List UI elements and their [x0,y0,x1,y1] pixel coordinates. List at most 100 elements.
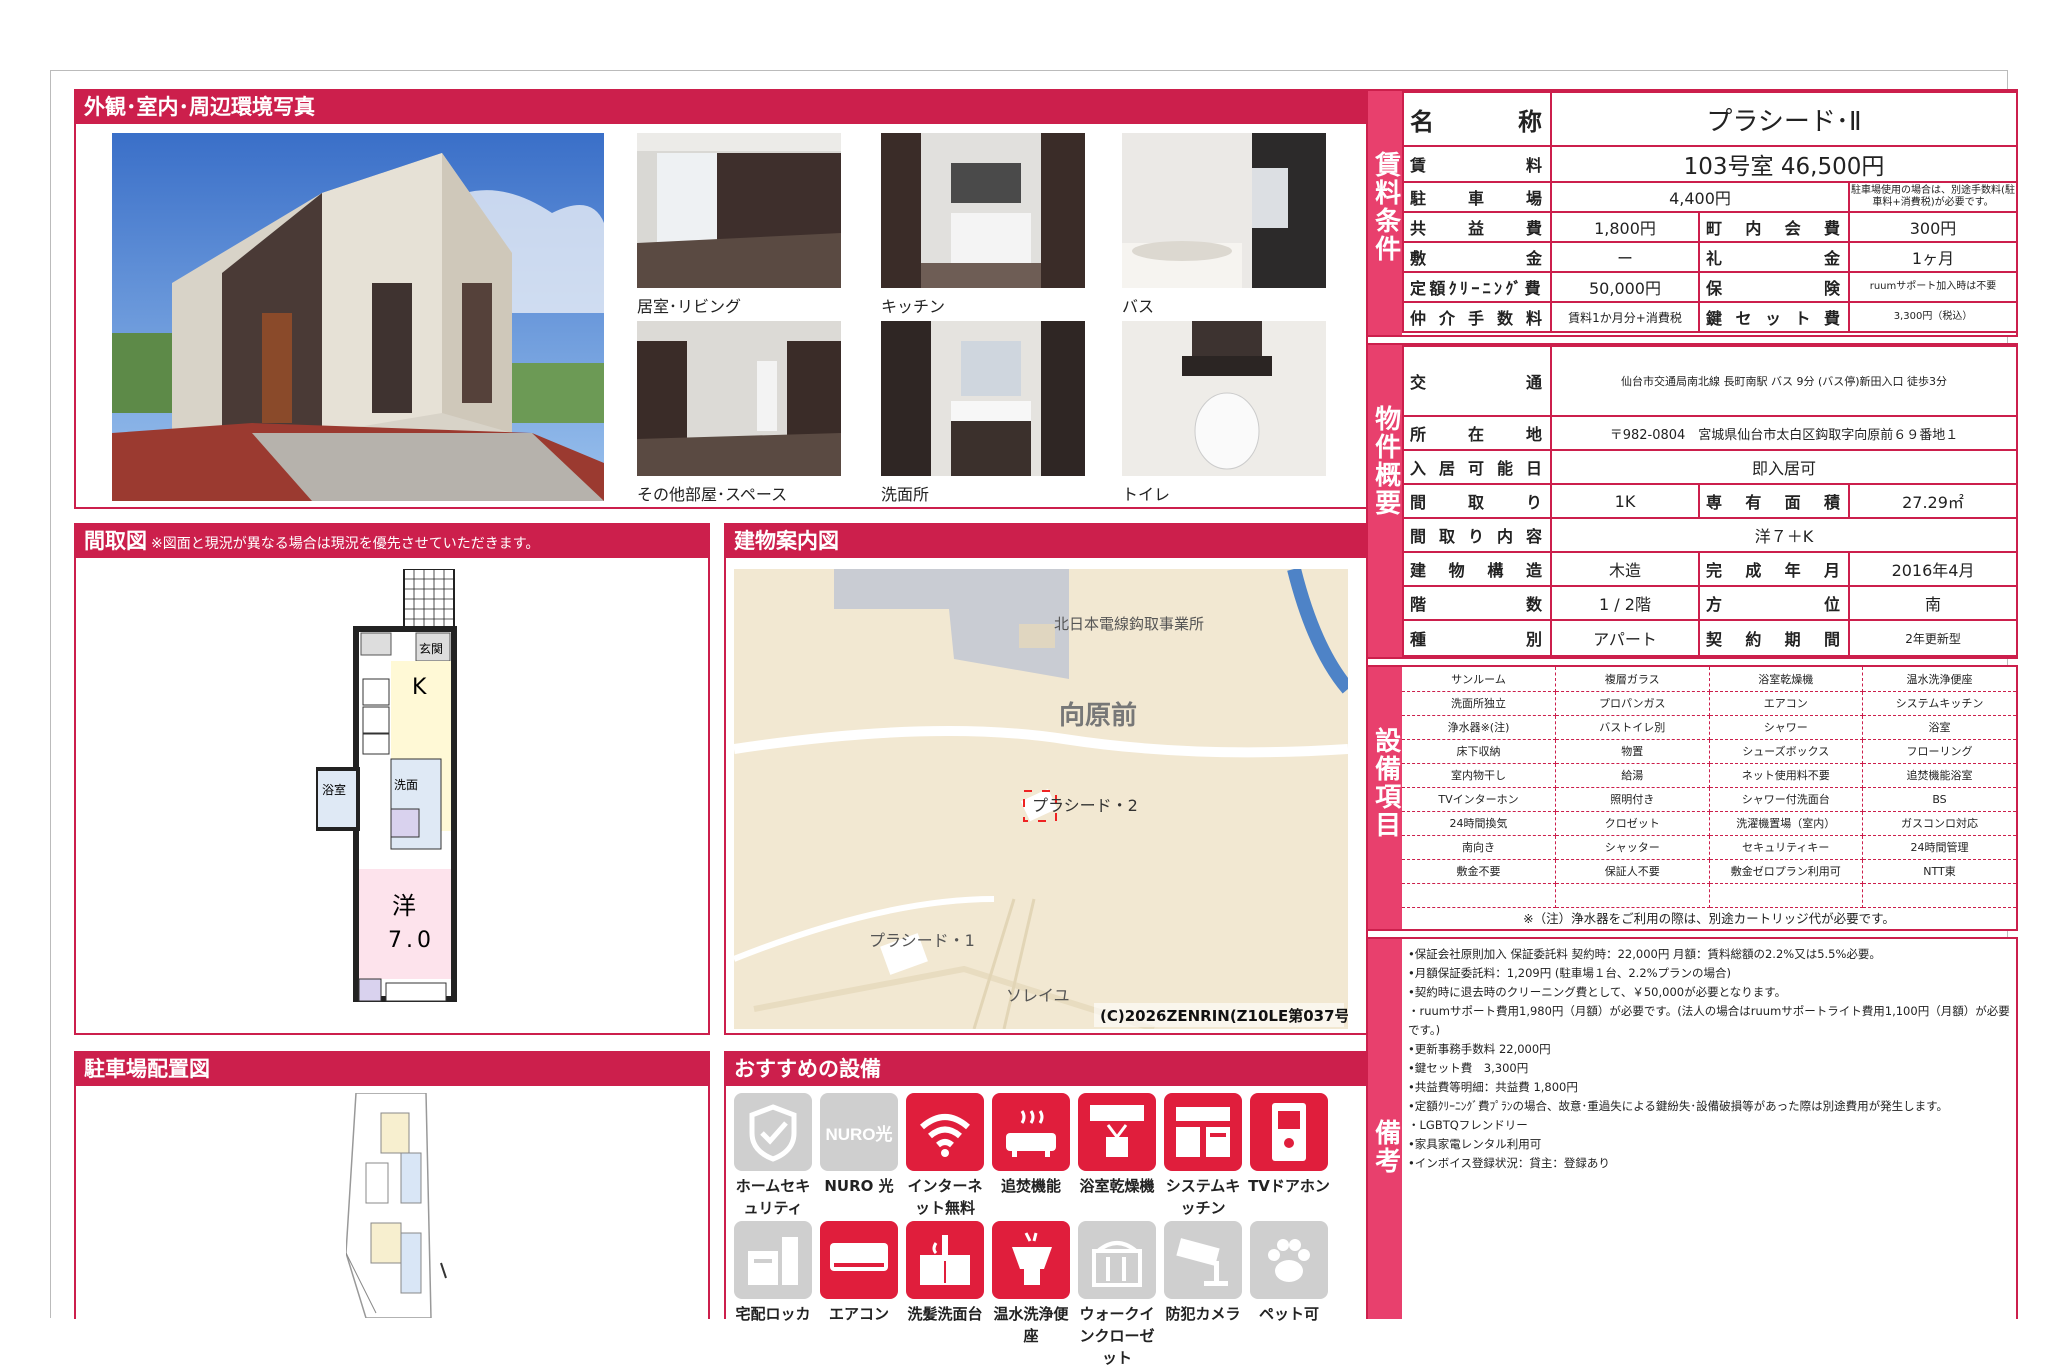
map-copyright: (C)2026ZENRIN(Z10LE第037号) [1100,1007,1348,1025]
parking-label: 駐車場 [1402,181,1552,213]
recommended-label: ホームセキュリティ [735,1177,811,1217]
remark-line: •更新事務手数料 22,000円 [1408,1042,1551,1056]
recommended-title: おすすめの設備 [726,1053,1366,1086]
rent-section: 賃料条件 名称 プラシード･Ⅱ 賃料 103号室 46,500円 駐車場 4,400円… [1366,89,2019,337]
remark-line: •保証会社原則加入 保証委託料 契約時：22,000円 月額：賃料総額の2.2%… [1408,947,1881,961]
equipment-item: シャワー [1709,715,1863,740]
nuro-logo-text: NURO光 [825,1124,893,1144]
other-room-photo [637,321,841,476]
address-label: 所在地 [1402,415,1552,451]
parking-title: 駐車場配置図 [76,1053,708,1086]
intercom-icon [1250,1093,1328,1171]
you-label: 洋 [392,892,416,920]
floorplan-panel: 間取図 ※図面と現況が異なる場合は現況を優先させていただきます。 玄関 K 洗面 … [74,523,710,1035]
bathtub-icon [992,1093,1070,1171]
security-camera-icon [1164,1221,1242,1299]
equipment-item: 24時間換気 [1402,811,1556,836]
recommended-label: ウォークインクローゼット [1079,1305,1155,1367]
map-area-label: 向原前 [1059,700,1137,731]
remarks-section: 備考 •保証会社原則加入 保証委託料 契約時：22,000円 月額：賃料総額の2… [1366,937,2018,1319]
madori-detail-value: 洋７＋K [1549,517,2019,553]
remarks-list: •保証会社原則加入 保証委託料 契約時：22,000円 月額：賃料総額の2.2%… [1408,945,2010,1173]
address-value: 〒982-0804 宮城県仙台市太白区鈎取字向原前６９番地１ [1549,415,2019,451]
recommended-label: 洗髪洗面台 [907,1305,983,1323]
kyoeki-value: 1,800円 [1550,211,1700,243]
equipment-item: 床下収納 [1402,739,1556,764]
key-value: 3,300円（税込） [1847,301,2019,333]
floorplan-note: ※図面と現況が異なる場合は現況を優先させていただきます。 [151,536,540,552]
equipment-item: 温水洗浄便座 [1862,667,2016,692]
madori-detail-label: 間取り内容 [1402,517,1552,553]
equipment-item: TVインターホン [1402,787,1556,812]
equipment-item: バストイレ別 [1555,715,1710,740]
access-label: 交通 [1402,345,1552,417]
equipment-grid: サンルーム 複層ガラス 浴室乾燥機 温水洗浄便座 洗面所独立 プロパンガス エアコン システム… [1402,667,2016,908]
equipment-item: シャッター [1555,835,1710,860]
shield-icon [734,1093,812,1171]
equipment-item: 給湯 [1555,763,1710,788]
photos-panel: 外観･室内･周辺環境写真 居室･リビング キッチン バス その他部屋･スペース … [74,89,1368,509]
paw-icon [1250,1221,1328,1299]
shiki-label: 敷金 [1402,241,1552,273]
property-section: 物件概要 交通 仙台市交通局南北線 長町南駅 バス 9分 (バス停)新田入口 徒歩… [1366,343,2019,659]
recommended-label: エアコン [828,1305,889,1323]
shiki-value: ー [1550,241,1700,273]
equipment-item [1862,883,2016,908]
delivery-locker-icon [734,1221,812,1299]
rent-table: 名称 プラシード･Ⅱ 賃料 103号室 46,500円 駐車場 4,400円 駐車場使用… [1402,91,2019,333]
recommended-label: システムキッチン [1165,1177,1241,1217]
kitchen-photo [881,133,1085,288]
equipment-item: ネット使用料不要 [1709,763,1863,788]
bath-dryer-icon [1078,1093,1156,1171]
map-target-label: プラシード・2 [1032,796,1138,815]
floor-label: 階数 [1402,585,1552,621]
photo-caption: 洗面所 [881,485,930,504]
equipment-item: 浴室乾燥機 [1709,667,1863,692]
remark-line: •鍵セット費 3,300円 [1408,1061,1529,1075]
remark-line: •月額保証委託料：1,209円 (駐車場１台、2.2%プランの場合) [1408,966,1732,980]
rent-side-title: 賃料条件 [1368,91,1402,335]
property-table: 交通 仙台市交通局南北線 長町南駅 バス 9分 (バス停)新田入口 徒歩3分 所在… [1402,345,2019,657]
aircon-icon [820,1221,898,1299]
madori-label: 間取り [1402,483,1552,519]
photo-caption: トイレ [1122,485,1171,504]
remark-line: •家具家電レンタル利用可 [1408,1137,1542,1151]
equipment-item: シューズボックス [1709,739,1863,764]
remark-line: •契約時に退去時のクリーニング費として、￥50,000が必要となります。 [1408,985,1787,999]
contract-label: 契約期間 [1698,619,1850,657]
equipment-item: サンルーム [1402,667,1556,692]
property-sheet: 外観･室内･周辺環境写真 居室･リビング キッチン バス その他部屋･スペース … [50,70,2019,1367]
equipment-footnote: ※（注）浄水器をご利用の際は、別途カートリッジ代が必要です。 [1523,911,1895,926]
property-name: プラシード･Ⅱ [1549,91,2019,147]
rei-value: 1ヶ月 [1847,241,2019,273]
photo-caption: その他部屋･スペース [637,485,788,504]
equipment-item: 物置 [1555,739,1710,764]
hoken-value: ruumサポート加入時は不要 [1847,271,2019,303]
remark-line: •共益費等明細：共益費 1,800円 [1408,1080,1578,1094]
map-factory-label: 北日本電線鈎取事業所 [1054,615,1204,633]
senmen-label: 洗面 [394,778,418,792]
rent-label: 賃料 [1402,145,1552,183]
equipment-section: 設備項目 サンルーム 複層ガラス 浴室乾燥機 温水洗浄便座 洗面所独立 プロパンガス エアコ… [1366,665,2018,931]
equipment-item: 24時間管理 [1862,835,2016,860]
rent-value: 103号室 46,500円 [1549,145,2019,183]
direction-label: 方位 [1698,585,1850,621]
shampoo-basin-icon [906,1221,984,1299]
photo-caption: キッチン [881,297,946,316]
map-panel: 建物案内図 北日本電線鈎取事業所 向原前 プラシード・2 プラシード・1 ソレイ… [724,523,1368,1035]
equipment-item: エアコン [1709,691,1863,716]
parking-value: 4,400円 [1550,181,1850,213]
equipment-item: 洗濯機置場（室内） [1709,811,1863,836]
recommended-label: 温水洗浄便座 [993,1305,1069,1345]
equipment-item [1402,883,1556,908]
name-label: 名称 [1402,91,1552,147]
nuro-logo-icon: NURO光 [820,1093,898,1171]
parking-drawing [346,1093,447,1318]
equipment-item: 浴室 [1862,715,2016,740]
photos-title: 外観･室内･周辺環境写真 [76,91,1366,124]
remark-line: •インボイス登録状況：貸主：登録あり [1408,1156,1610,1170]
equipment-item: 追焚機能浴室 [1862,763,2016,788]
equipment-item: 照明付き [1555,787,1710,812]
equipment-item: 敷金不要 [1402,859,1556,884]
built-label: 完成年月 [1698,551,1850,587]
